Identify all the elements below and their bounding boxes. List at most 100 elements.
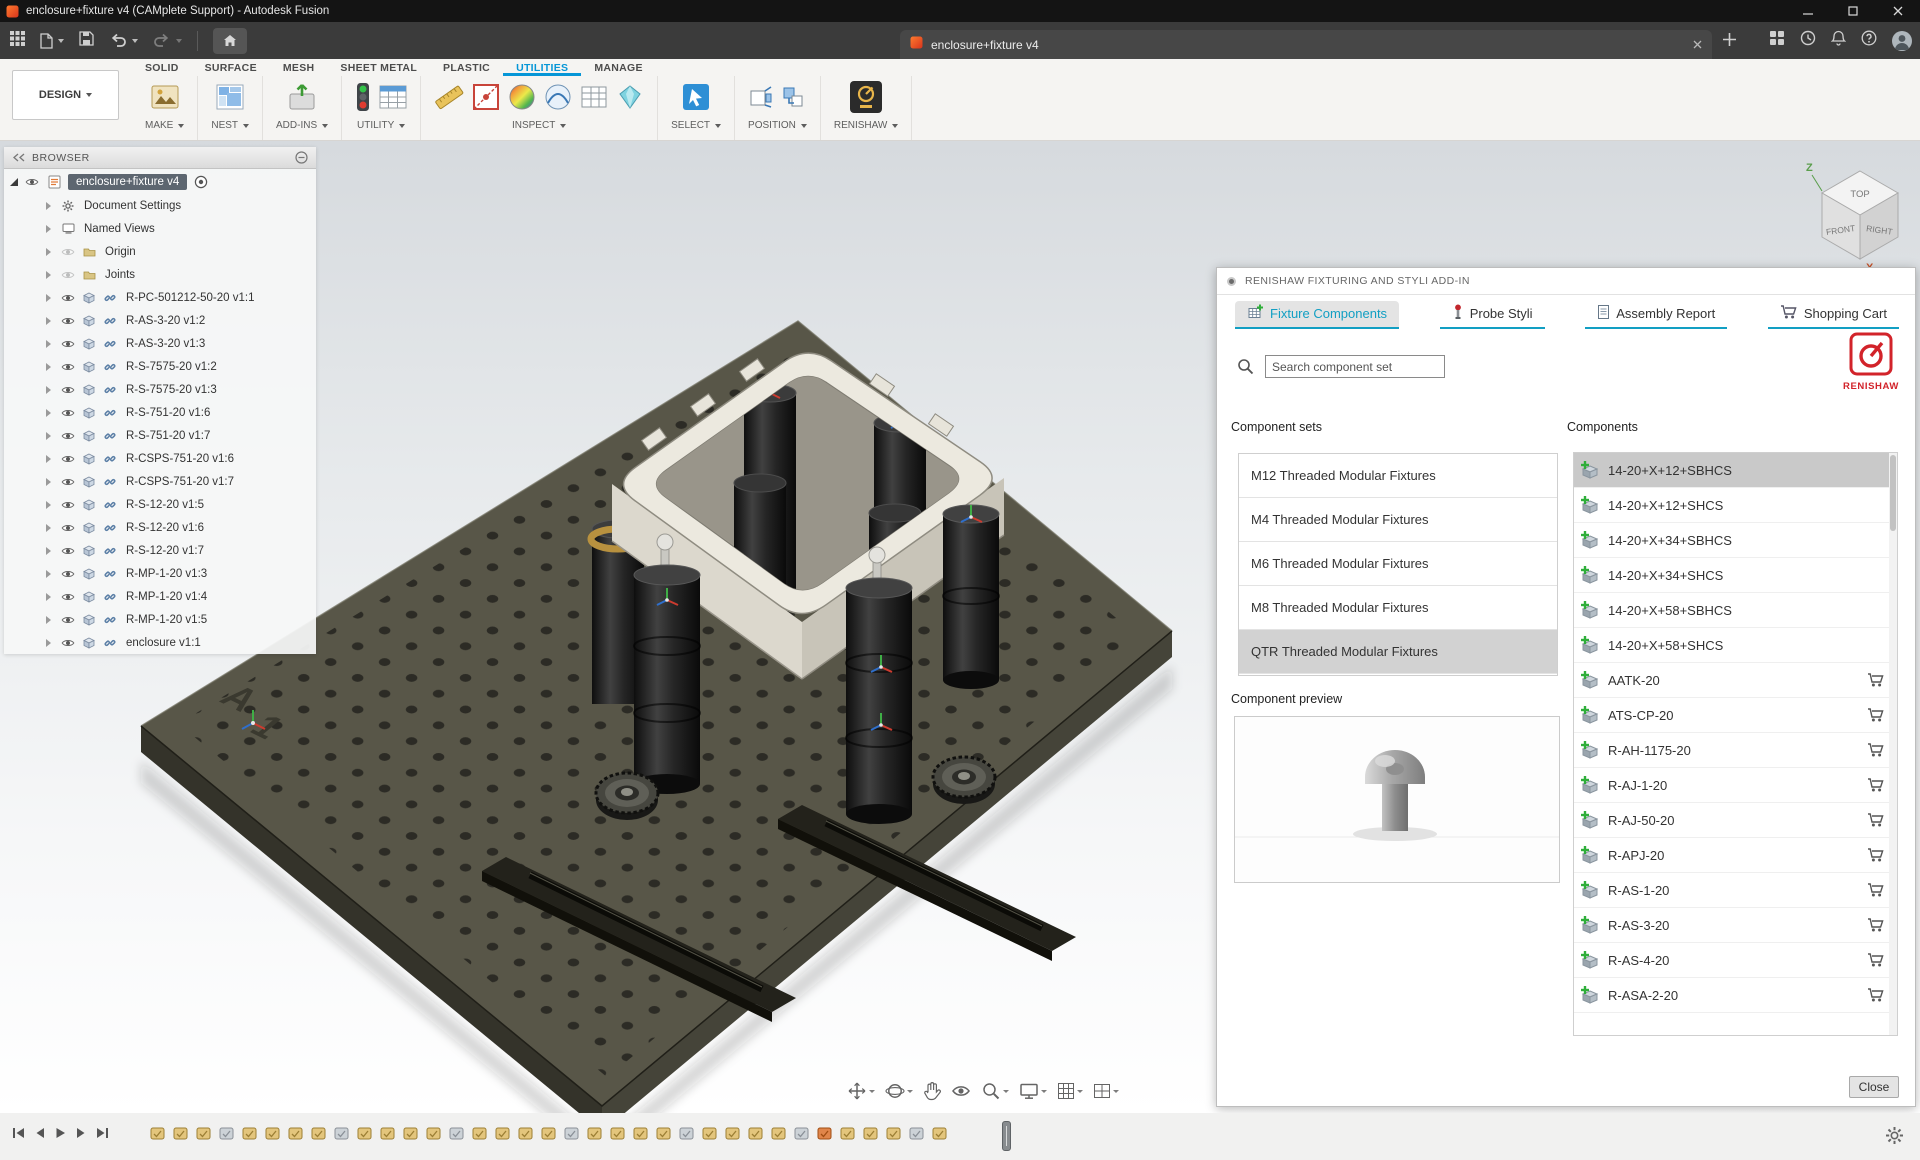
view-cube[interactable]: Z TOP FRONT RIGHT X bbox=[1790, 153, 1920, 278]
go-to-end-icon[interactable] bbox=[96, 1127, 109, 1139]
timeline-feature-icon[interactable] bbox=[357, 1126, 372, 1141]
browser-item-r-s-7575-20-v1-2[interactable]: R-S-7575-20 v1:2 bbox=[4, 355, 316, 378]
ribbon-group-label[interactable]: SELECT bbox=[671, 120, 721, 131]
component-item[interactable]: R-AJ-1-20 bbox=[1574, 768, 1897, 803]
timeline-feature-icon[interactable] bbox=[610, 1126, 625, 1141]
component-item[interactable]: 14-20+X+12+SBHCS bbox=[1574, 453, 1897, 488]
add-component-icon[interactable] bbox=[1580, 495, 1600, 515]
browser-item-document-settings[interactable]: Document Settings bbox=[4, 194, 316, 217]
panel-grip-icon[interactable] bbox=[1227, 277, 1236, 286]
component-item[interactable]: R-AS-3-20 bbox=[1574, 908, 1897, 943]
section-icon[interactable] bbox=[472, 83, 500, 116]
timeline-feature-icon[interactable] bbox=[909, 1126, 924, 1141]
add-component-icon[interactable] bbox=[1580, 845, 1600, 865]
visibility-eye-icon[interactable] bbox=[60, 431, 76, 441]
close-tab-icon[interactable] bbox=[1693, 36, 1702, 54]
play-icon[interactable] bbox=[55, 1127, 66, 1139]
timeline-feature-icon[interactable] bbox=[219, 1126, 234, 1141]
file-menu-icon[interactable] bbox=[40, 33, 64, 49]
add-to-cart-icon[interactable] bbox=[1867, 707, 1885, 723]
timeline-feature-icon[interactable] bbox=[288, 1126, 303, 1141]
disclosure-triangle-icon[interactable] bbox=[46, 202, 51, 210]
tab-shopping-cart[interactable]: Shopping Cart bbox=[1768, 301, 1899, 329]
browser-item-origin[interactable]: Origin bbox=[4, 240, 316, 263]
browser-item-r-as-3-20-v1-2[interactable]: R-AS-3-20 v1:2 bbox=[4, 309, 316, 332]
standoff-left[interactable] bbox=[634, 534, 700, 794]
add-to-cart-icon[interactable] bbox=[1867, 847, 1885, 863]
ribbon-tab-surface[interactable]: SURFACE bbox=[192, 59, 270, 76]
add-component-icon[interactable] bbox=[1580, 985, 1600, 1005]
ribbon-group-label[interactable]: RENISHAW bbox=[834, 120, 899, 131]
timeline-feature-icon[interactable] bbox=[150, 1126, 165, 1141]
visibility-eye-icon[interactable] bbox=[60, 546, 76, 556]
disclosure-triangle-icon[interactable] bbox=[46, 248, 51, 256]
standoff-middle[interactable] bbox=[846, 547, 912, 824]
component-item[interactable]: ATS-CP-20 bbox=[1574, 698, 1897, 733]
disclosure-triangle-icon[interactable] bbox=[46, 317, 51, 325]
visibility-eye-icon[interactable] bbox=[60, 316, 76, 326]
disclosure-triangle-icon[interactable] bbox=[46, 271, 51, 279]
pan-icon[interactable] bbox=[845, 1080, 877, 1102]
addins-icon[interactable] bbox=[287, 82, 317, 117]
disclosure-triangle-icon[interactable] bbox=[46, 501, 51, 509]
timeline-feature-icon[interactable] bbox=[794, 1126, 809, 1141]
add-component-icon[interactable] bbox=[1580, 460, 1600, 480]
step-forward-icon[interactable] bbox=[76, 1127, 86, 1139]
component-set-item[interactable]: M4 Threaded Modular Fixtures bbox=[1239, 498, 1557, 542]
visibility-eye-icon[interactable] bbox=[60, 362, 76, 372]
timeline-feature-icon[interactable] bbox=[748, 1126, 763, 1141]
add-component-icon[interactable] bbox=[1580, 705, 1600, 725]
timeline-feature-icon[interactable] bbox=[886, 1126, 901, 1141]
tab-probe-styli[interactable]: Probe Styli bbox=[1440, 301, 1545, 329]
add-component-icon[interactable] bbox=[1580, 565, 1600, 585]
home-button[interactable] bbox=[213, 28, 247, 54]
nest-icon[interactable] bbox=[215, 82, 245, 117]
measure-icon[interactable] bbox=[434, 82, 464, 117]
component-set-item[interactable]: QTR Threaded Modular Fixtures bbox=[1239, 630, 1557, 674]
add-component-icon[interactable] bbox=[1580, 635, 1600, 655]
component-set-item[interactable]: M12 Threaded Modular Fixtures bbox=[1239, 454, 1557, 498]
browser-item-r-s-12-20-v1-6[interactable]: R-S-12-20 v1:6 bbox=[4, 516, 316, 539]
add-component-icon[interactable] bbox=[1580, 740, 1600, 760]
add-component-icon[interactable] bbox=[1580, 600, 1600, 620]
browser-item-r-csps-751-20-v1-7[interactable]: R-CSPS-751-20 v1:7 bbox=[4, 470, 316, 493]
scrollbar-thumb[interactable] bbox=[1890, 455, 1896, 531]
disclosure-triangle-icon[interactable] bbox=[46, 294, 51, 302]
disclosure-triangle-icon[interactable] bbox=[46, 616, 51, 624]
timeline-feature-icon[interactable] bbox=[472, 1126, 487, 1141]
maximize-button[interactable] bbox=[1830, 0, 1875, 22]
grid-settings-icon[interactable] bbox=[1055, 1081, 1085, 1101]
timeline-feature-icon[interactable] bbox=[840, 1126, 855, 1141]
ribbon-tab-sheet-metal[interactable]: SHEET METAL bbox=[327, 59, 430, 76]
disclosure-triangle-icon[interactable] bbox=[46, 593, 51, 601]
visibility-eye-icon[interactable] bbox=[60, 408, 76, 418]
curvature-icon[interactable] bbox=[544, 83, 572, 116]
orbit-icon[interactable] bbox=[883, 1080, 915, 1102]
browser-collapse-icon[interactable] bbox=[295, 151, 308, 164]
visibility-eye-icon[interactable] bbox=[60, 569, 76, 579]
disclosure-triangle-icon[interactable] bbox=[46, 547, 51, 555]
timeline-feature-icon[interactable] bbox=[403, 1126, 418, 1141]
visibility-eye-icon[interactable] bbox=[60, 500, 76, 510]
extensions-icon[interactable] bbox=[1769, 30, 1785, 51]
timeline-feature-icon[interactable] bbox=[656, 1126, 671, 1141]
colorwheel-icon[interactable] bbox=[508, 83, 536, 116]
timeline-feature-icon[interactable] bbox=[633, 1126, 648, 1141]
component-item[interactable]: R-AS-4-20 bbox=[1574, 943, 1897, 978]
component-item[interactable]: 14-20+X+58+SHCS bbox=[1574, 628, 1897, 663]
timeline-feature-icon[interactable] bbox=[564, 1126, 579, 1141]
timeline-feature-icon[interactable] bbox=[863, 1126, 878, 1141]
display-settings-icon[interactable] bbox=[1017, 1081, 1049, 1101]
component-item[interactable]: 14-20+X+12+SHCS bbox=[1574, 488, 1897, 523]
add-component-icon[interactable] bbox=[1580, 950, 1600, 970]
visibility-eye-icon[interactable] bbox=[60, 339, 76, 349]
ribbon-group-label[interactable]: MAKE bbox=[145, 120, 184, 131]
collapse-chevrons-icon[interactable] bbox=[12, 153, 26, 162]
root-component-label[interactable]: enclosure+fixture v4 bbox=[68, 174, 187, 190]
component-set-item[interactable]: M6 Threaded Modular Fixtures bbox=[1239, 542, 1557, 586]
ribbon-tab-solid[interactable]: SOLID bbox=[132, 59, 192, 76]
timeline-gear-icon[interactable] bbox=[1885, 1126, 1904, 1150]
ribbon-group-label[interactable]: UTILITY bbox=[357, 120, 405, 131]
visibility-eye-icon[interactable] bbox=[60, 523, 76, 533]
new-tab-icon[interactable] bbox=[1722, 32, 1737, 52]
